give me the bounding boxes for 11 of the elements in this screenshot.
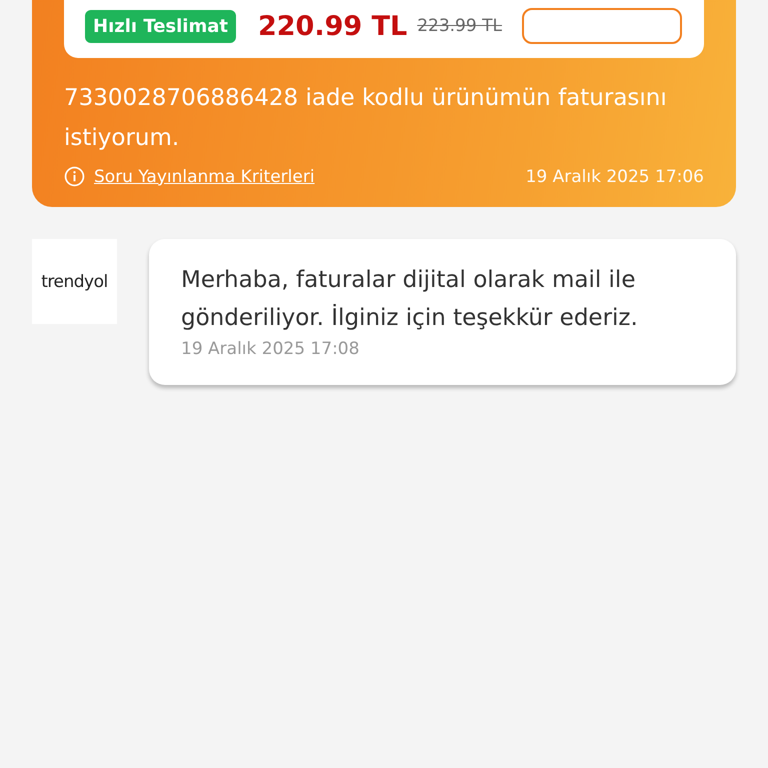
price: 220.99 TL xyxy=(258,10,408,42)
seller-logo: trendyol xyxy=(32,239,117,324)
criteria-link[interactable]: Soru Yayınlanma Kriterleri xyxy=(94,166,315,186)
answer-text: Merhaba, faturalar dijital olarak mail ile gönderiliyor. İlginiz için teşekkür ederiz. xyxy=(181,266,639,333)
old-price: 223.99 TL xyxy=(417,16,502,36)
question-date: 19 Aralık 2025 17:06 xyxy=(526,166,704,186)
question-text: 7330028706886428 iade kodlu ürünümün faturasını istiyorum. xyxy=(64,84,668,153)
answer-date: 19 Aralık 2025 17:08 xyxy=(181,339,360,359)
info-icon xyxy=(64,166,85,187)
outline-button[interactable] xyxy=(522,8,682,44)
fast-delivery-badge: Hızlı Teslimat xyxy=(85,10,236,42)
